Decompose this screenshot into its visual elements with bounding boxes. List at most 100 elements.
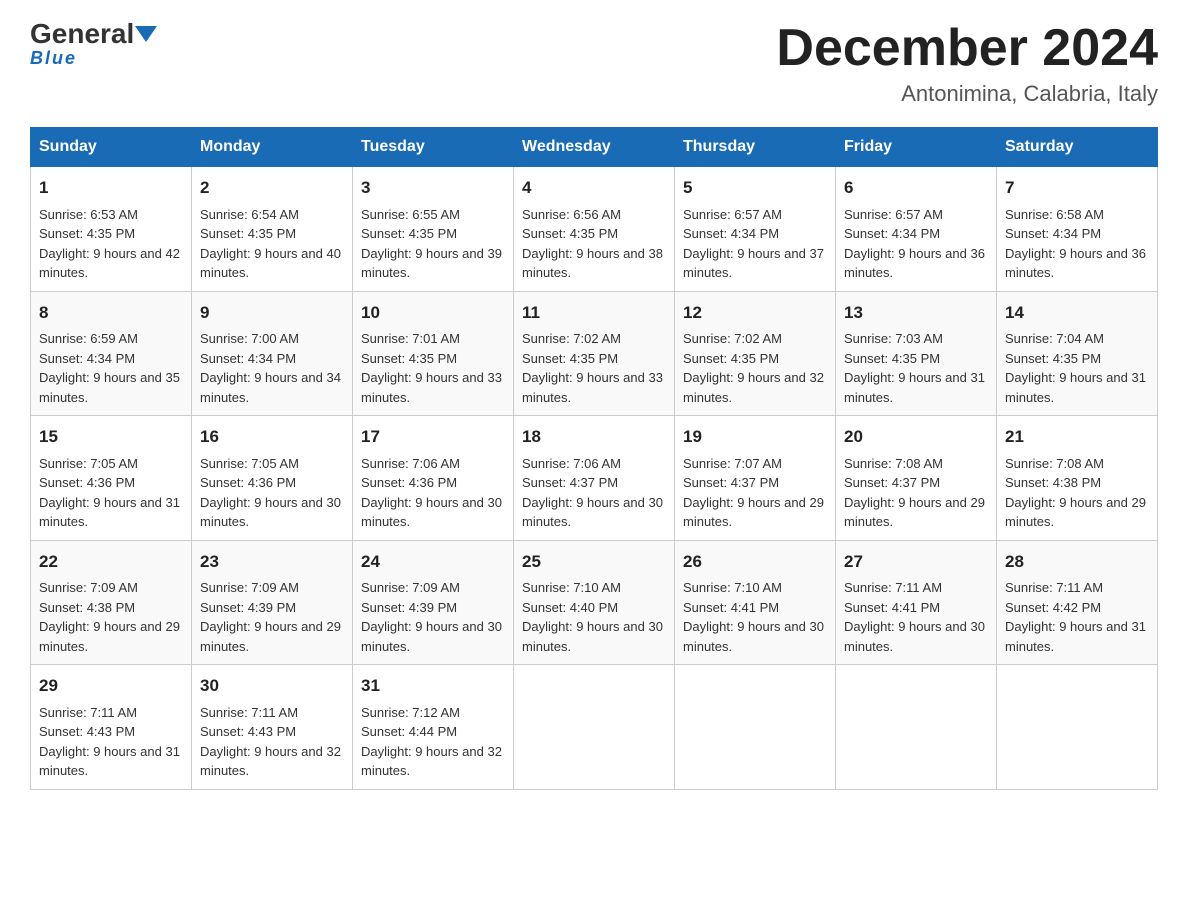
- day-number: 5: [683, 175, 827, 201]
- day-info: Sunrise: 7:01 AMSunset: 4:35 PMDaylight:…: [361, 331, 502, 405]
- day-info: Sunrise: 7:08 AMSunset: 4:37 PMDaylight:…: [844, 456, 985, 530]
- logo: General Blue: [30, 20, 157, 69]
- calendar-week-row: 29 Sunrise: 7:11 AMSunset: 4:43 PMDaylig…: [31, 665, 1158, 790]
- day-info: Sunrise: 7:07 AMSunset: 4:37 PMDaylight:…: [683, 456, 824, 530]
- day-number: 16: [200, 424, 344, 450]
- day-info: Sunrise: 7:09 AMSunset: 4:39 PMDaylight:…: [361, 580, 502, 654]
- day-number: 14: [1005, 300, 1149, 326]
- day-info: Sunrise: 7:10 AMSunset: 4:41 PMDaylight:…: [683, 580, 824, 654]
- calendar-week-row: 22 Sunrise: 7:09 AMSunset: 4:38 PMDaylig…: [31, 540, 1158, 665]
- header-tuesday: Tuesday: [353, 128, 514, 167]
- calendar-cell: 13 Sunrise: 7:03 AMSunset: 4:35 PMDaylig…: [836, 291, 997, 416]
- calendar-table: SundayMondayTuesdayWednesdayThursdayFrid…: [30, 127, 1158, 790]
- day-number: 19: [683, 424, 827, 450]
- day-info: Sunrise: 6:57 AMSunset: 4:34 PMDaylight:…: [844, 207, 985, 281]
- day-info: Sunrise: 6:58 AMSunset: 4:34 PMDaylight:…: [1005, 207, 1146, 281]
- calendar-cell: 19 Sunrise: 7:07 AMSunset: 4:37 PMDaylig…: [675, 416, 836, 541]
- day-info: Sunrise: 6:55 AMSunset: 4:35 PMDaylight:…: [361, 207, 502, 281]
- day-number: 29: [39, 673, 183, 699]
- day-info: Sunrise: 6:57 AMSunset: 4:34 PMDaylight:…: [683, 207, 824, 281]
- page-header: General Blue December 2024 Antonimina, C…: [30, 20, 1158, 107]
- day-info: Sunrise: 7:02 AMSunset: 4:35 PMDaylight:…: [522, 331, 663, 405]
- calendar-header-row: SundayMondayTuesdayWednesdayThursdayFrid…: [31, 128, 1158, 167]
- calendar-cell: 6 Sunrise: 6:57 AMSunset: 4:34 PMDayligh…: [836, 167, 997, 292]
- calendar-cell: 11 Sunrise: 7:02 AMSunset: 4:35 PMDaylig…: [514, 291, 675, 416]
- day-number: 1: [39, 175, 183, 201]
- day-info: Sunrise: 7:08 AMSunset: 4:38 PMDaylight:…: [1005, 456, 1146, 530]
- calendar-cell: 12 Sunrise: 7:02 AMSunset: 4:35 PMDaylig…: [675, 291, 836, 416]
- calendar-cell: [514, 665, 675, 790]
- day-info: Sunrise: 7:02 AMSunset: 4:35 PMDaylight:…: [683, 331, 824, 405]
- day-info: Sunrise: 6:56 AMSunset: 4:35 PMDaylight:…: [522, 207, 663, 281]
- calendar-week-row: 15 Sunrise: 7:05 AMSunset: 4:36 PMDaylig…: [31, 416, 1158, 541]
- day-number: 10: [361, 300, 505, 326]
- day-info: Sunrise: 7:09 AMSunset: 4:39 PMDaylight:…: [200, 580, 341, 654]
- calendar-cell: 5 Sunrise: 6:57 AMSunset: 4:34 PMDayligh…: [675, 167, 836, 292]
- day-number: 21: [1005, 424, 1149, 450]
- calendar-cell: 7 Sunrise: 6:58 AMSunset: 4:34 PMDayligh…: [997, 167, 1158, 292]
- calendar-cell: 29 Sunrise: 7:11 AMSunset: 4:43 PMDaylig…: [31, 665, 192, 790]
- calendar-cell: 1 Sunrise: 6:53 AMSunset: 4:35 PMDayligh…: [31, 167, 192, 292]
- day-number: 28: [1005, 549, 1149, 575]
- day-number: 9: [200, 300, 344, 326]
- day-number: 20: [844, 424, 988, 450]
- day-number: 24: [361, 549, 505, 575]
- day-info: Sunrise: 7:04 AMSunset: 4:35 PMDaylight:…: [1005, 331, 1146, 405]
- calendar-cell: 8 Sunrise: 6:59 AMSunset: 4:34 PMDayligh…: [31, 291, 192, 416]
- day-info: Sunrise: 7:00 AMSunset: 4:34 PMDaylight:…: [200, 331, 341, 405]
- day-info: Sunrise: 7:05 AMSunset: 4:36 PMDaylight:…: [39, 456, 180, 530]
- calendar-cell: 4 Sunrise: 6:56 AMSunset: 4:35 PMDayligh…: [514, 167, 675, 292]
- day-info: Sunrise: 7:11 AMSunset: 4:42 PMDaylight:…: [1005, 580, 1146, 654]
- calendar-cell: 21 Sunrise: 7:08 AMSunset: 4:38 PMDaylig…: [997, 416, 1158, 541]
- header-monday: Monday: [192, 128, 353, 167]
- day-number: 3: [361, 175, 505, 201]
- day-number: 11: [522, 300, 666, 326]
- calendar-cell: [997, 665, 1158, 790]
- day-number: 18: [522, 424, 666, 450]
- location-subtitle: Antonimina, Calabria, Italy: [776, 81, 1158, 107]
- day-number: 6: [844, 175, 988, 201]
- calendar-cell: 3 Sunrise: 6:55 AMSunset: 4:35 PMDayligh…: [353, 167, 514, 292]
- calendar-cell: 18 Sunrise: 7:06 AMSunset: 4:37 PMDaylig…: [514, 416, 675, 541]
- calendar-cell: 23 Sunrise: 7:09 AMSunset: 4:39 PMDaylig…: [192, 540, 353, 665]
- calendar-cell: 24 Sunrise: 7:09 AMSunset: 4:39 PMDaylig…: [353, 540, 514, 665]
- calendar-cell: 26 Sunrise: 7:10 AMSunset: 4:41 PMDaylig…: [675, 540, 836, 665]
- header-thursday: Thursday: [675, 128, 836, 167]
- calendar-cell: 28 Sunrise: 7:11 AMSunset: 4:42 PMDaylig…: [997, 540, 1158, 665]
- calendar-week-row: 1 Sunrise: 6:53 AMSunset: 4:35 PMDayligh…: [31, 167, 1158, 292]
- day-info: Sunrise: 7:03 AMSunset: 4:35 PMDaylight:…: [844, 331, 985, 405]
- calendar-cell: 14 Sunrise: 7:04 AMSunset: 4:35 PMDaylig…: [997, 291, 1158, 416]
- day-info: Sunrise: 7:06 AMSunset: 4:36 PMDaylight:…: [361, 456, 502, 530]
- day-number: 26: [683, 549, 827, 575]
- calendar-cell: 15 Sunrise: 7:05 AMSunset: 4:36 PMDaylig…: [31, 416, 192, 541]
- day-number: 4: [522, 175, 666, 201]
- day-number: 2: [200, 175, 344, 201]
- day-number: 23: [200, 549, 344, 575]
- day-number: 22: [39, 549, 183, 575]
- month-title: December 2024: [776, 20, 1158, 77]
- header-saturday: Saturday: [997, 128, 1158, 167]
- header-friday: Friday: [836, 128, 997, 167]
- calendar-cell: [675, 665, 836, 790]
- calendar-cell: 17 Sunrise: 7:06 AMSunset: 4:36 PMDaylig…: [353, 416, 514, 541]
- day-number: 31: [361, 673, 505, 699]
- day-number: 30: [200, 673, 344, 699]
- day-info: Sunrise: 7:11 AMSunset: 4:43 PMDaylight:…: [200, 705, 341, 779]
- logo-text: General: [30, 20, 157, 48]
- day-info: Sunrise: 7:06 AMSunset: 4:37 PMDaylight:…: [522, 456, 663, 530]
- day-info: Sunrise: 6:59 AMSunset: 4:34 PMDaylight:…: [39, 331, 180, 405]
- day-number: 25: [522, 549, 666, 575]
- day-number: 12: [683, 300, 827, 326]
- calendar-cell: [836, 665, 997, 790]
- day-info: Sunrise: 7:11 AMSunset: 4:43 PMDaylight:…: [39, 705, 180, 779]
- calendar-cell: 20 Sunrise: 7:08 AMSunset: 4:37 PMDaylig…: [836, 416, 997, 541]
- calendar-week-row: 8 Sunrise: 6:59 AMSunset: 4:34 PMDayligh…: [31, 291, 1158, 416]
- calendar-cell: 27 Sunrise: 7:11 AMSunset: 4:41 PMDaylig…: [836, 540, 997, 665]
- calendar-cell: 2 Sunrise: 6:54 AMSunset: 4:35 PMDayligh…: [192, 167, 353, 292]
- header-sunday: Sunday: [31, 128, 192, 167]
- day-info: Sunrise: 7:09 AMSunset: 4:38 PMDaylight:…: [39, 580, 180, 654]
- header-wednesday: Wednesday: [514, 128, 675, 167]
- day-number: 27: [844, 549, 988, 575]
- calendar-cell: 30 Sunrise: 7:11 AMSunset: 4:43 PMDaylig…: [192, 665, 353, 790]
- day-info: Sunrise: 7:11 AMSunset: 4:41 PMDaylight:…: [844, 580, 985, 654]
